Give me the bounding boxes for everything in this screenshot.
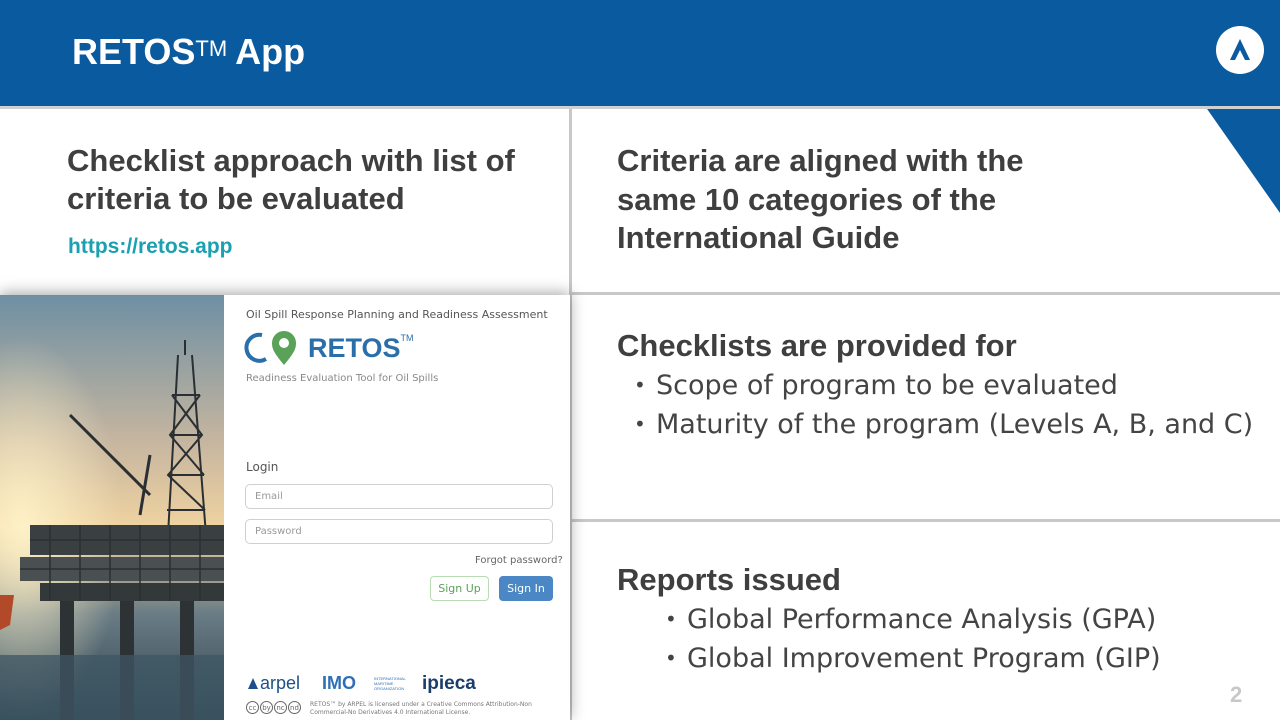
imo-logo: IMO <box>322 673 356 693</box>
title-word: RETOS <box>72 31 196 72</box>
trademark-mark: TM <box>195 36 228 61</box>
retos-logo-icon <box>244 331 296 365</box>
row-divider-2 <box>572 519 1280 522</box>
app-subtitle: Readiness Evaluation Tool for Oil Spills <box>246 373 439 384</box>
license-text: RETOS™ by ARPEL is licensed under a Crea… <box>310 701 532 716</box>
sign-in-button[interactable]: Sign In <box>499 576 553 601</box>
row-divider-1 <box>572 292 1280 295</box>
password-field[interactable] <box>245 519 553 544</box>
list-item: Maturity of the program (Levels A, B, an… <box>634 405 1253 444</box>
cc-icon: cc <box>246 701 259 714</box>
oil-platform-photo <box>0 295 224 720</box>
title-suffix: App <box>235 31 306 72</box>
criteria-text: Criteria are aligned with the same 10 ca… <box>617 143 1024 255</box>
list-item: Global Improvement Program (GIP) <box>665 639 1161 678</box>
title-bar: RETOSTM App <box>0 0 1280 106</box>
forgot-password-link[interactable]: Forgot password? <box>475 555 563 566</box>
login-label: Login <box>246 460 279 474</box>
app-tagline: Oil Spill Response Planning and Readines… <box>246 308 548 321</box>
reports-list: Global Performance Analysis (GPA) Global… <box>665 600 1161 678</box>
login-form: Oil Spill Response Planning and Readines… <box>224 295 570 720</box>
nc-icon: nc <box>274 701 287 714</box>
header-divider <box>0 106 1280 109</box>
company-logo-icon <box>1216 26 1264 74</box>
page-number: 2 <box>1230 682 1243 707</box>
checklist-approach-text: Checklist approach with list of criteria… <box>67 143 515 216</box>
arpel-text: arpel <box>260 673 301 693</box>
imo-subtext: INTERNATIONAL MARITIME ORGANIZATION <box>374 676 406 691</box>
arpel-mark-icon <box>248 678 258 689</box>
slide-title: RETOSTM App <box>72 30 305 74</box>
checklists-list: Scope of program to be evaluated Maturit… <box>634 366 1253 444</box>
nd-icon: nd <box>288 701 301 714</box>
arpel-logo: arpel <box>246 673 300 694</box>
by-icon: by <box>260 701 273 714</box>
list-item: Scope of program to be evaluated <box>634 366 1253 405</box>
retos-brand: RETOSTM <box>308 333 414 364</box>
email-field[interactable] <box>245 484 553 509</box>
sign-up-button[interactable]: Sign Up <box>430 576 489 601</box>
list-item: Global Performance Analysis (GPA) <box>665 600 1161 639</box>
creative-commons-icons: cc by nc nd <box>246 701 301 714</box>
retos-tm: TM <box>400 333 414 343</box>
checklists-heading: Checklists are provided for <box>617 328 1017 363</box>
retos-link[interactable]: https://retos.app <box>68 235 233 259</box>
ipieca-logo: ipieca <box>422 673 476 694</box>
app-screenshot: Oil Spill Response Planning and Readines… <box>0 295 570 720</box>
reports-heading: Reports issued <box>617 562 841 597</box>
retos-brand-text: RETOS <box>308 333 401 363</box>
